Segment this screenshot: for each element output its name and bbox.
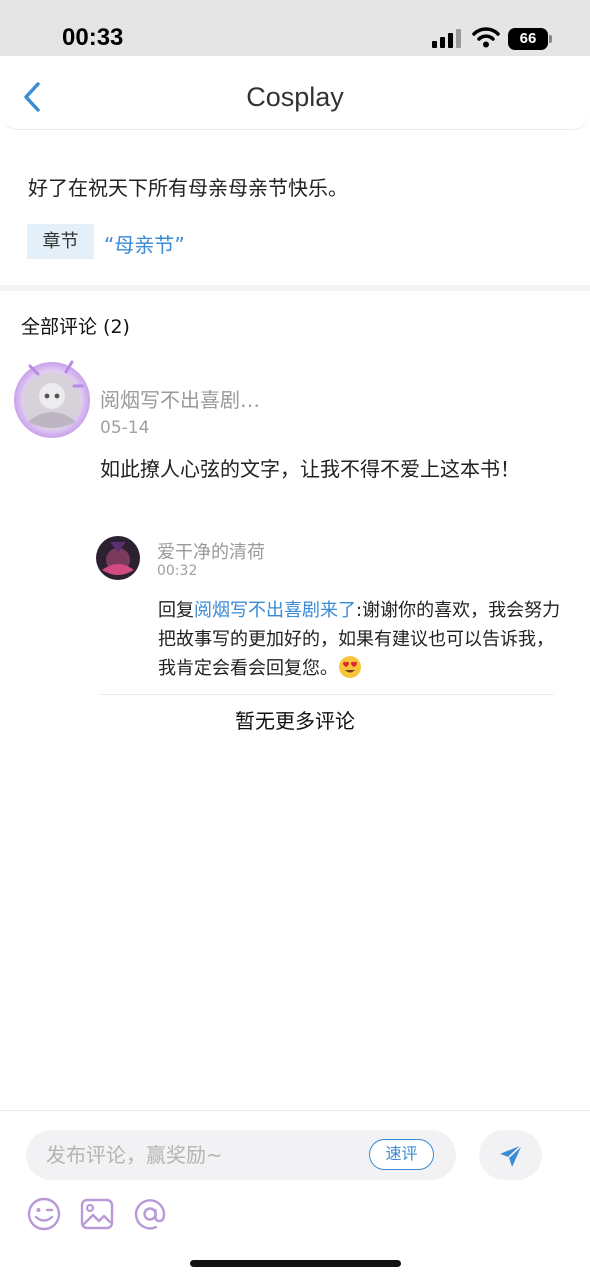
reply-mention-link[interactable]: 阅烟写不出喜剧来了 (194, 600, 356, 621)
no-more-comments: 暂无更多评论 (235, 709, 355, 733)
commenter-name[interactable]: 阅烟写不出喜剧… (100, 384, 260, 413)
image-icon[interactable] (79, 1196, 115, 1232)
quick-comment-button[interactable]: 速评 (369, 1139, 434, 1170)
chapter-tag-label: 章节 (27, 224, 94, 259)
wifi-icon (472, 27, 500, 48)
section-divider (0, 285, 590, 291)
chapter-tag-link[interactable]: “母亲节” (104, 229, 185, 258)
emoji-icon[interactable] (26, 1196, 62, 1232)
comments-header: 全部评论 (2) (21, 316, 130, 338)
battery-tip (549, 35, 552, 43)
comment-date: 05-14 (100, 418, 150, 438)
status-time: 00:33 (62, 24, 124, 51)
cellular-signal-icon (432, 29, 461, 48)
commenter-avatar[interactable] (12, 356, 92, 442)
reply-time: 00:32 (157, 563, 198, 579)
comment-body: 如此撩人心弦的文字，让我不得不爱上这本书！ (100, 457, 520, 481)
page-title: Cosplay (246, 82, 344, 112)
reply-prefix: 回复 (158, 600, 194, 621)
comment-divider (100, 694, 554, 695)
reply-body: 回复阅烟写不出喜剧来了:谢谢你的喜欢，我会努力把故事写的更加好的，如果有建议也可… (158, 596, 564, 683)
post-text: 好了在祝天下所有母亲母亲节快乐。 (28, 176, 348, 200)
battery-indicator: 66 (508, 28, 548, 50)
nav-bar: Cosplay (0, 56, 590, 130)
send-icon (500, 1144, 523, 1167)
status-bar: 00:33 66 (0, 0, 590, 56)
replier-name[interactable]: 爱干净的清荷 (157, 538, 265, 564)
comment-input[interactable] (46, 1139, 346, 1171)
mention-at-icon[interactable] (132, 1196, 168, 1232)
heart-eyes-emoji-icon (339, 656, 361, 678)
home-indicator (190, 1260, 401, 1267)
replier-avatar[interactable] (96, 536, 140, 580)
send-button[interactable] (479, 1130, 542, 1180)
